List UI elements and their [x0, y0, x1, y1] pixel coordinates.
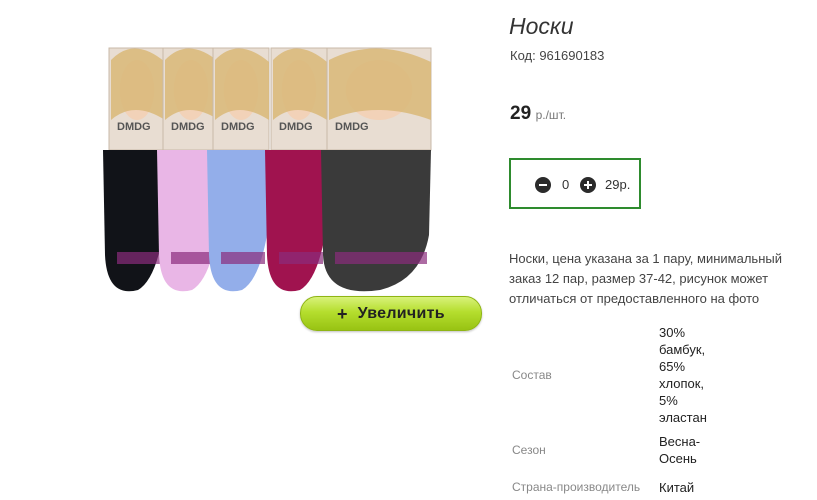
properties-table: Состав 30% бамбук, 65% хлопок, 5% эласта…	[509, 323, 719, 500]
property-key: Состав	[512, 367, 552, 382]
price-unit: р./шт.	[535, 108, 567, 122]
svg-text:DMDG: DMDG	[335, 121, 369, 133]
property-value: Весна-Осень	[659, 434, 701, 466]
sock-package: DMDG	[321, 47, 432, 292]
property-row: Состав 30% бамбук, 65% хлопок, 5% эласта…	[509, 323, 719, 426]
svg-text:DMDG: DMDG	[221, 121, 255, 133]
property-key: Страна-производитель	[512, 480, 641, 494]
zoom-button[interactable]: + Увеличить	[300, 296, 482, 331]
socks-photo: DMDG DMDG DMDG DMDG DMDG	[103, 47, 432, 292]
svg-text:DMDG: DMDG	[279, 121, 313, 133]
product-title: Носки	[509, 13, 574, 39]
svg-text:DMDG: DMDG	[171, 121, 205, 133]
property-value: 30% бамбук, 65% хлопок, 5% эластан	[659, 324, 707, 425]
plus-circle-icon[interactable]	[580, 177, 596, 193]
quantity-sum: 29р.	[605, 177, 631, 192]
property-row: Сезон Весна-Осень	[509, 426, 719, 474]
product-code: Код: 961690183	[510, 48, 605, 63]
quantity-value[interactable]: 0	[562, 177, 569, 192]
property-value: Китай	[659, 479, 695, 495]
sock-package: DMDG	[103, 47, 166, 292]
minus-circle-icon[interactable]	[535, 177, 551, 193]
product-description: Носки, цена указана за 1 пару, минимальн…	[509, 251, 782, 306]
zoom-button-label: Увеличить	[357, 304, 445, 322]
property-key: Сезон	[512, 443, 546, 457]
sock-package: DMDG	[265, 47, 328, 292]
sock-package: DMDG	[207, 47, 270, 292]
price-value: 29	[510, 103, 532, 124]
quantity-stepper: 0 29р.	[509, 158, 641, 209]
property-row: Страна-производитель Китай	[509, 474, 719, 500]
price: 29 р./шт.	[510, 103, 566, 125]
product-image: DMDG DMDG DMDG DMDG DMDG	[95, 40, 440, 302]
plus-icon: +	[337, 303, 348, 324]
svg-text:DMDG: DMDG	[117, 121, 151, 133]
